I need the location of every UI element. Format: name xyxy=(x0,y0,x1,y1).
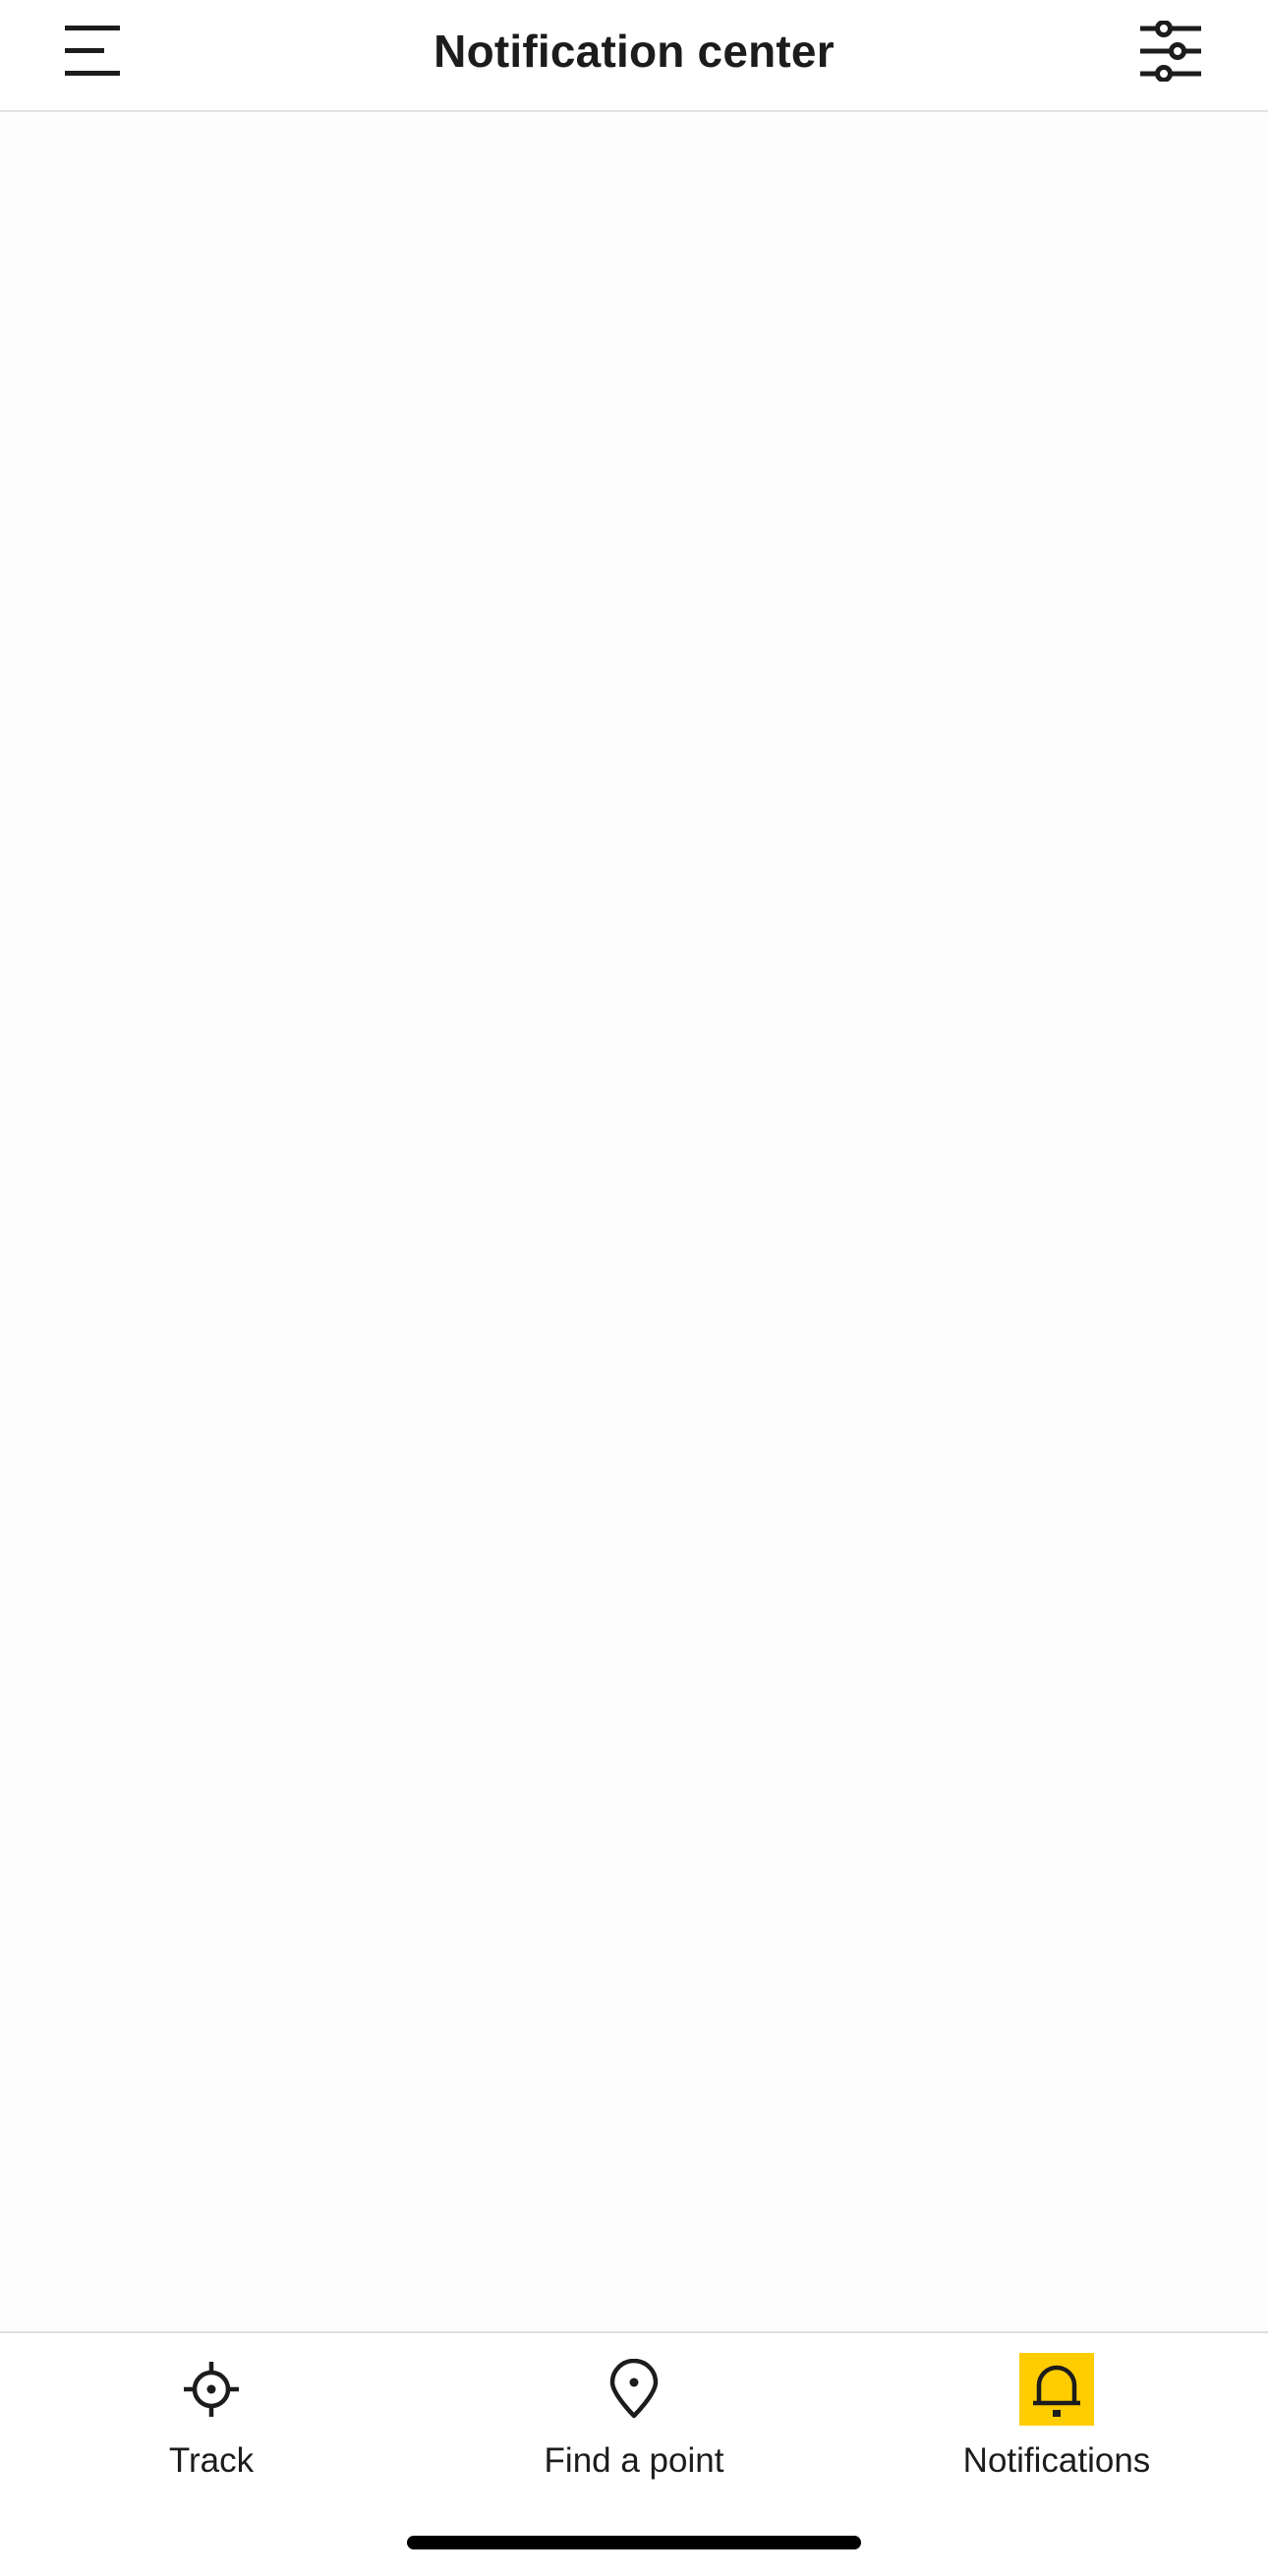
crosshair-icon xyxy=(174,2353,249,2426)
tab-notifications[interactable]: Notifications xyxy=(845,2353,1268,2481)
tab-track[interactable]: Track xyxy=(0,2353,423,2481)
tab-notifications-label: Notifications xyxy=(962,2441,1151,2480)
tab-find-a-point-label: Find a point xyxy=(544,2441,724,2480)
top-app-bar: Notification center xyxy=(0,0,1268,112)
bell-icon xyxy=(1019,2353,1094,2426)
notifications-list[interactable] xyxy=(0,112,1268,2331)
page-title: Notification center xyxy=(433,26,835,77)
sliders-icon xyxy=(1140,21,1201,82)
home-indicator xyxy=(407,2536,861,2549)
tab-find-a-point[interactable]: Find a point xyxy=(423,2353,845,2481)
filter-button[interactable] xyxy=(1126,12,1225,90)
map-pin-icon xyxy=(597,2353,671,2426)
app-screen: Notification center Track Find a point N… xyxy=(0,0,1268,2576)
tab-track-label: Track xyxy=(168,2441,255,2480)
